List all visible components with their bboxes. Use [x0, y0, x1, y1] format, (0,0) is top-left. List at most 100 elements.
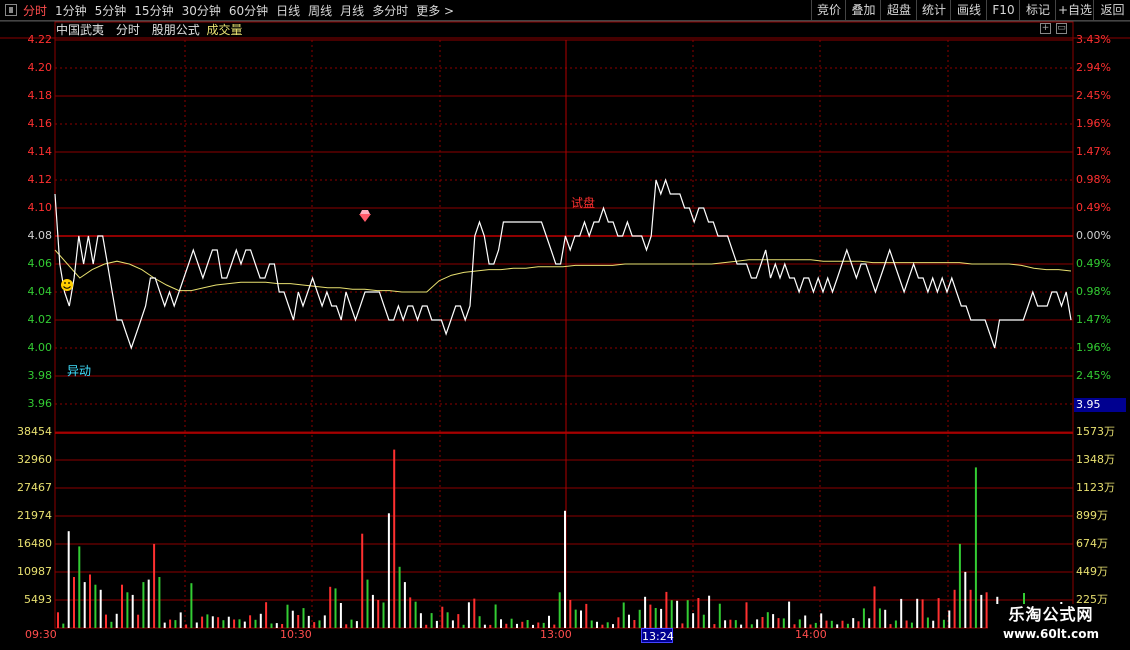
volume-bar	[526, 620, 529, 628]
volume-label-2: 27467	[17, 481, 52, 494]
volume-bar	[115, 613, 118, 628]
volume-bar	[73, 577, 75, 628]
volume-bar	[948, 610, 951, 628]
volume-bar	[366, 579, 369, 628]
volume-label-3: 21974	[17, 508, 52, 522]
volume-bar	[649, 604, 652, 628]
volume-bar	[633, 620, 636, 628]
diamond-icon	[359, 214, 371, 222]
volume-bar	[99, 589, 102, 628]
volume-right-label-3: 899万	[1076, 508, 1108, 522]
volume-bar	[697, 598, 700, 628]
price-label-8: 4.06	[27, 257, 53, 270]
time-label-1: 10:30	[280, 628, 312, 641]
volume-bar	[921, 599, 924, 628]
volume-bar	[83, 582, 86, 628]
watermark-url: www.60lt.com	[1002, 627, 1100, 641]
volume-bar	[387, 513, 390, 628]
volume-bar	[884, 609, 887, 628]
price-label-6: 4.10	[27, 201, 53, 214]
volume-bar	[580, 610, 582, 628]
volume-bar	[89, 574, 91, 628]
volume-bar	[729, 619, 732, 628]
volume-bar	[761, 617, 764, 628]
percent-label-7: 0.00%	[1076, 229, 1111, 242]
volume-bar	[537, 622, 540, 628]
volume-bar	[660, 608, 663, 628]
volume-bar	[350, 619, 353, 628]
smiley-icon	[61, 279, 73, 291]
price-label-12: 3.98	[27, 369, 53, 382]
volume-bar	[820, 613, 823, 628]
volume-bar	[473, 598, 476, 628]
time-label-2: 13:00	[540, 628, 572, 641]
volume-bar	[110, 621, 113, 628]
volume-bar	[265, 602, 268, 628]
volume-label-1: 32960	[17, 453, 52, 466]
volume-bar	[740, 624, 743, 628]
volume-bar	[585, 603, 588, 628]
volume-bar	[916, 598, 919, 628]
volume-bar	[964, 571, 967, 628]
volume-bar	[772, 614, 775, 628]
volume-bar	[734, 620, 737, 628]
volume-bar	[457, 614, 460, 628]
volume-bar	[692, 613, 695, 628]
price-label-1: 4.20	[27, 61, 53, 74]
volume-bar	[766, 612, 769, 628]
watermark: 乐淘公式网 www.60lt.com	[988, 604, 1114, 646]
volume-bar	[846, 623, 849, 628]
volume-bar	[158, 577, 161, 628]
volume-bar	[211, 616, 214, 628]
volume-bar	[596, 621, 598, 628]
volume-bar	[131, 594, 134, 628]
volume-bar	[195, 622, 198, 628]
volume-bar	[185, 624, 188, 628]
volume-bar	[505, 623, 508, 628]
volume-bar	[153, 543, 156, 628]
volume-bar	[745, 602, 748, 628]
percent-label-6: 0.49%	[1076, 201, 1111, 214]
volume-bar	[836, 624, 839, 628]
volume-bar	[825, 620, 828, 628]
volume-bar	[830, 620, 833, 628]
volume-bar	[286, 604, 289, 628]
volume-bar	[329, 586, 332, 628]
volume-bar	[841, 620, 844, 628]
volume-bar	[478, 616, 481, 628]
signal-label: 试盘	[571, 196, 596, 210]
volume-bar	[548, 615, 550, 628]
volume-bar	[564, 510, 566, 628]
volume-bar	[227, 616, 230, 628]
current-price-tag: 3.95	[1074, 398, 1126, 412]
volume-bar	[638, 609, 641, 628]
volume-bar	[873, 586, 876, 628]
volume-bar	[606, 622, 609, 628]
volume-bar	[750, 624, 753, 628]
volume-bar	[339, 603, 342, 628]
time-label-3: 14:00	[795, 628, 827, 641]
volume-bar	[974, 467, 977, 628]
volume-bar	[334, 588, 337, 628]
volume-bar	[510, 618, 513, 628]
volume-bar	[713, 624, 716, 628]
volume-bar	[126, 592, 129, 628]
percent-label-10: 1.47%	[1076, 313, 1111, 326]
volume-bar	[516, 623, 518, 628]
diamond-top-icon	[360, 210, 370, 214]
volume-bar	[521, 621, 524, 628]
volume-bar	[78, 546, 81, 628]
volume-bar	[489, 624, 492, 628]
volume-bar	[414, 601, 417, 628]
volume-bar	[857, 621, 860, 628]
intraday-chart[interactable]	[0, 0, 1130, 650]
volume-bar	[318, 620, 321, 628]
volume-bar	[905, 620, 908, 628]
volume-bar	[179, 612, 182, 628]
volume-bar	[900, 598, 903, 628]
percent-label-3: 1.96%	[1076, 117, 1111, 130]
volume-bar	[644, 596, 647, 628]
volume-bar	[291, 610, 294, 628]
price-label-5: 4.12	[27, 173, 53, 186]
volume-bar	[243, 621, 246, 628]
